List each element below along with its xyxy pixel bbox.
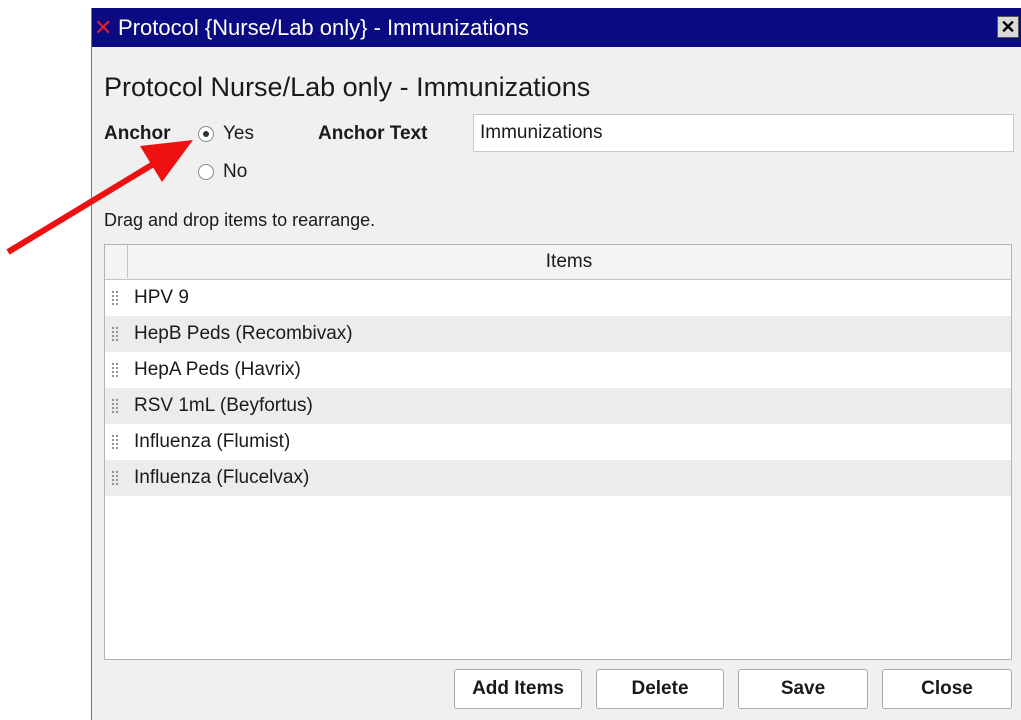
table-row[interactable]: HepB Peds (Recombivax) xyxy=(105,316,1011,352)
drag-handle-icon[interactable] xyxy=(111,398,119,414)
close-icon[interactable]: ✕ xyxy=(997,16,1019,38)
table-row[interactable]: RSV 1mL (Beyfortus) xyxy=(105,388,1011,424)
drag-handle-icon[interactable] xyxy=(111,326,119,342)
drag-handle-icon[interactable] xyxy=(111,362,119,378)
grid-body: HPV 9 HepB Peds (Recombivax) HepA Peds (… xyxy=(105,280,1011,496)
arrow-shaft xyxy=(6,157,162,255)
annotation-arrow-icon xyxy=(6,140,193,255)
table-row[interactable]: Influenza (Flumist) xyxy=(105,424,1011,460)
drag-handle-icon[interactable] xyxy=(111,434,119,450)
arrow-head xyxy=(140,140,193,182)
save-button[interactable]: Save xyxy=(738,669,868,709)
items-grid[interactable]: Items HPV 9 HepB Peds (Recombivax) HepA … xyxy=(104,244,1012,660)
item-cell: Influenza (Flumist) xyxy=(134,431,291,452)
table-row[interactable]: HepA Peds (Havrix) xyxy=(105,352,1011,388)
anchor-text-input[interactable] xyxy=(473,114,1014,152)
delete-button[interactable]: Delete xyxy=(596,669,724,709)
item-cell: HepB Peds (Recombivax) xyxy=(134,323,353,344)
drag-handle-icon[interactable] xyxy=(111,470,119,486)
table-row[interactable]: Influenza (Flucelvax) xyxy=(105,460,1011,496)
add-items-button[interactable]: Add Items xyxy=(454,669,582,709)
item-cell: HepA Peds (Havrix) xyxy=(134,359,301,380)
close-button[interactable]: Close xyxy=(882,669,1012,709)
item-cell: RSV 1mL (Beyfortus) xyxy=(134,395,313,416)
anchor-text-label: Anchor Text xyxy=(318,123,428,144)
item-cell: Influenza (Flucelvax) xyxy=(134,467,310,488)
